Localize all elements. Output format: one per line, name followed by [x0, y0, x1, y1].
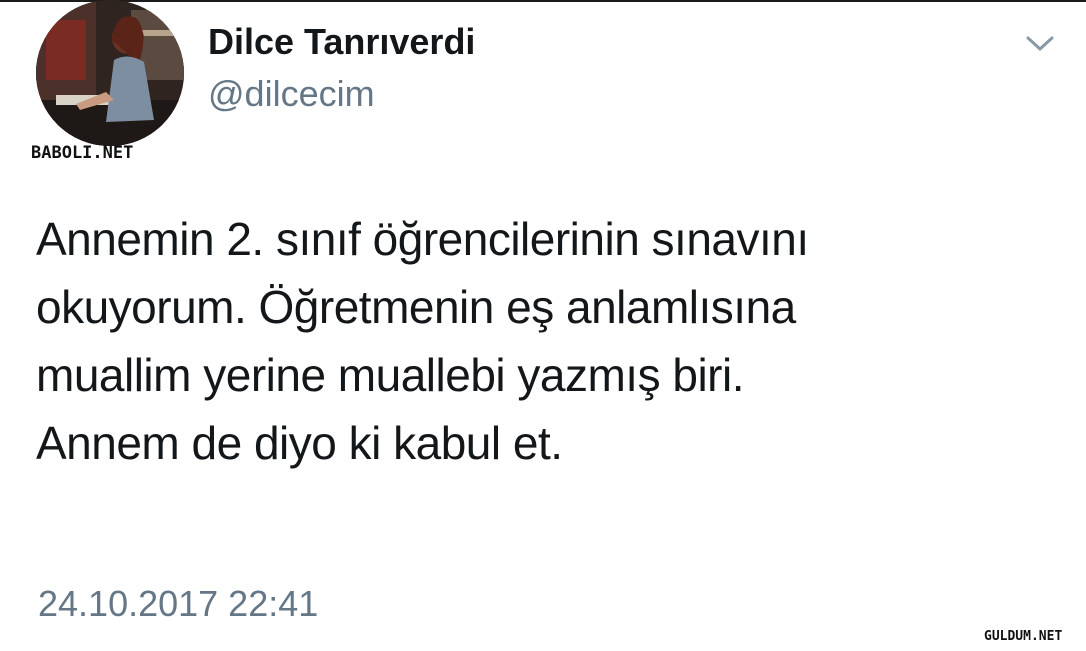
watermark-baboli: BABOLI.NET	[31, 143, 134, 163]
top-divider	[0, 0, 1086, 2]
avatar[interactable]	[36, 0, 184, 146]
author-handle[interactable]: @dilcecim	[208, 72, 375, 116]
watermark-guldum: GULDUM.NET	[984, 629, 1063, 644]
author-display-name[interactable]: Dilce Tanrıverdi	[208, 20, 475, 64]
tweet-line: okuyorum. Öğretmenin eş anlamlısına	[36, 281, 796, 333]
avatar-photo	[36, 0, 184, 146]
tweet-text: Annemin 2. sınıf öğrencilerinin sınavını…	[36, 205, 1066, 477]
tweet-timestamp[interactable]: 24.10.2017 22:41	[38, 582, 318, 626]
tweet-line: Annemin 2. sınıf öğrencilerinin sınavını	[36, 213, 809, 265]
tweet-line: muallim yerine muallebi yazmış biri.	[36, 349, 744, 401]
tweet-line: Annem de diyo ki kabul et.	[36, 417, 563, 469]
chevron-down-icon[interactable]	[1024, 32, 1056, 54]
